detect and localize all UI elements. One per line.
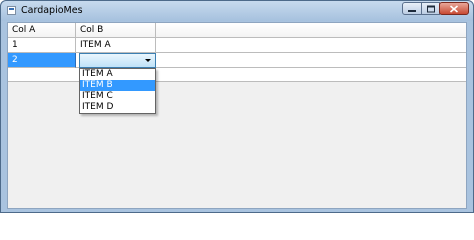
window-title: CardapioMes: [21, 5, 83, 16]
minimize-icon: [408, 9, 416, 12]
grid-header-row: Col A Col B: [8, 23, 466, 38]
application-window: CardapioMes Col A Col B 1 ITEM A 2 ITEM …: [0, 0, 474, 213]
dropdown-option-highlighted[interactable]: ITEM B: [80, 80, 155, 91]
dropdown-option[interactable]: ITEM A: [80, 69, 155, 80]
cell-col-b[interactable]: ITEM A: [76, 38, 156, 53]
client-area: Col A Col B 1 ITEM A 2 ITEM A ITEM B ITE: [7, 22, 467, 209]
cell-col-a[interactable]: 2: [8, 53, 76, 68]
item-combobox[interactable]: [79, 53, 156, 68]
chevron-down-icon[interactable]: [145, 59, 151, 62]
column-header-col-b[interactable]: Col B: [76, 23, 156, 38]
item-dropdown-list[interactable]: ITEM A ITEM B ITEM C ITEM D: [79, 68, 156, 114]
maximize-button[interactable]: [421, 2, 440, 15]
table-row-selected[interactable]: 2: [8, 53, 466, 68]
cell-col-a[interactable]: 1: [8, 38, 76, 53]
cell-filler: [156, 38, 466, 53]
close-button[interactable]: [439, 2, 469, 15]
column-header-col-a[interactable]: Col A: [8, 23, 76, 38]
dropdown-option[interactable]: ITEM D: [80, 102, 155, 113]
app-window-icon[interactable]: [7, 6, 16, 15]
maximize-icon: [426, 5, 435, 12]
column-header-filler: [156, 23, 466, 38]
table-row[interactable]: 1 ITEM A: [8, 38, 466, 53]
minimize-button[interactable]: [402, 2, 422, 15]
new-row-placeholder[interactable]: [8, 68, 466, 82]
cell-filler: [156, 53, 466, 68]
title-bar[interactable]: CardapioMes: [1, 1, 473, 21]
close-icon: [450, 5, 458, 12]
dropdown-option[interactable]: ITEM C: [80, 91, 155, 102]
